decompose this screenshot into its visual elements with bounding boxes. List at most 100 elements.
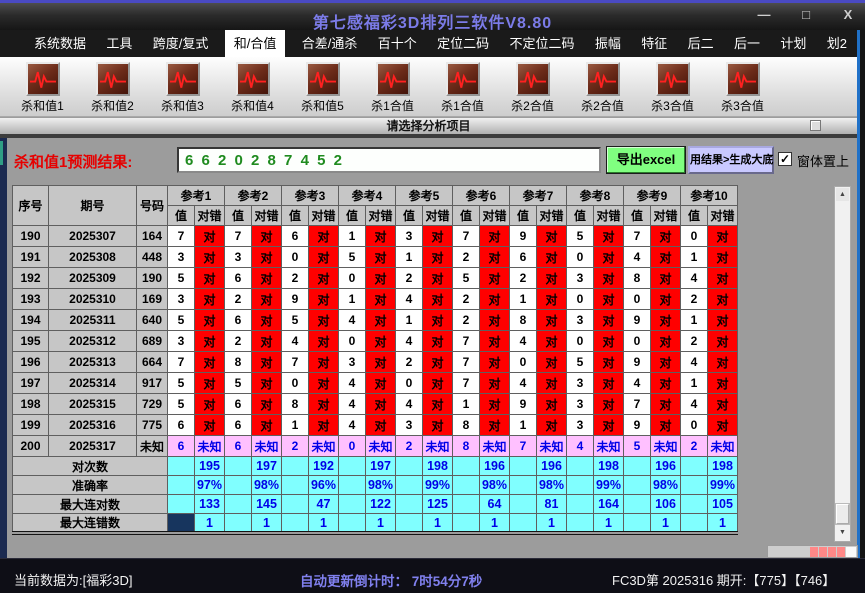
- toolbar-button-5[interactable]: 杀和值5: [294, 62, 351, 116]
- result-cell[interactable]: 对: [479, 372, 510, 394]
- value-cell[interactable]: 7: [623, 393, 651, 415]
- summary-empty-cell[interactable]: [224, 456, 252, 476]
- result-cell[interactable]: 对: [365, 372, 396, 394]
- result-cell[interactable]: 对: [308, 288, 339, 310]
- menu-item-6[interactable]: 百十个: [374, 30, 421, 57]
- value-cell[interactable]: 2: [680, 288, 708, 310]
- value-cell[interactable]: 3: [566, 372, 594, 394]
- result-cell[interactable]: 对: [365, 330, 396, 352]
- result-cell[interactable]: 对: [251, 372, 282, 394]
- summary-empty-cell[interactable]: [167, 494, 195, 514]
- value-cell[interactable]: 4: [509, 330, 537, 352]
- horizontal-scrollbar-thumb[interactable]: [837, 546, 845, 557]
- summary-empty-cell[interactable]: [623, 475, 651, 495]
- result-cell[interactable]: 对: [593, 351, 624, 373]
- value-cell[interactable]: 1: [281, 414, 309, 436]
- result-cell[interactable]: 对: [422, 246, 453, 268]
- result-cell[interactable]: 对: [707, 393, 738, 415]
- result-cell[interactable]: 对: [650, 372, 681, 394]
- result-cell[interactable]: 对: [308, 225, 339, 247]
- summary-empty-cell[interactable]: [281, 494, 309, 514]
- issue-cell[interactable]: 2025310: [48, 288, 137, 310]
- value-cell[interactable]: 4: [623, 372, 651, 394]
- result-cell[interactable]: 对: [536, 309, 567, 331]
- summary-value-cell[interactable]: 198: [422, 456, 453, 476]
- result-cell[interactable]: 对: [365, 246, 396, 268]
- value-cell[interactable]: 0: [338, 330, 366, 352]
- result-cell[interactable]: 对: [593, 414, 624, 436]
- summary-value-cell[interactable]: 197: [365, 456, 396, 476]
- value-cell[interactable]: 5: [167, 309, 195, 331]
- horizontal-scrollbar[interactable]: [767, 545, 858, 558]
- horizontal-scrollbar-thumb[interactable]: [810, 546, 818, 557]
- summary-empty-cell[interactable]: [509, 456, 537, 476]
- value-cell[interactable]: 6: [224, 414, 252, 436]
- horizontal-scrollbar-thumb[interactable]: [819, 546, 827, 557]
- result-cell[interactable]: 对: [536, 225, 567, 247]
- summary-value-cell[interactable]: 99%: [593, 475, 624, 495]
- summary-value-cell[interactable]: 105: [707, 494, 738, 514]
- result-cell[interactable]: 对: [479, 267, 510, 289]
- prediction-result-input[interactable]: [177, 147, 601, 173]
- result-cell[interactable]: 对: [593, 309, 624, 331]
- summary-empty-cell[interactable]: [566, 456, 594, 476]
- summary-value-cell[interactable]: 47: [308, 494, 339, 514]
- menu-item-14[interactable]: 划2: [823, 30, 851, 57]
- summary-empty-cell[interactable]: [623, 456, 651, 476]
- index-cell[interactable]: 192: [12, 267, 49, 289]
- value-cell[interactable]: 2: [224, 288, 252, 310]
- value-cell[interactable]: 2: [281, 267, 309, 289]
- menu-item-10[interactable]: 特征: [637, 30, 671, 57]
- result-cell[interactable]: 对: [707, 288, 738, 310]
- result-cell[interactable]: 对: [593, 225, 624, 247]
- result-cell[interactable]: 对: [251, 225, 282, 247]
- vertical-scrollbar-thumb[interactable]: [836, 504, 849, 524]
- summary-empty-cell[interactable]: [452, 475, 480, 495]
- summary-value-cell[interactable]: 125: [422, 494, 453, 514]
- result-cell[interactable]: 未知: [593, 435, 624, 457]
- result-cell[interactable]: 对: [422, 351, 453, 373]
- summary-value-cell[interactable]: 192: [308, 456, 339, 476]
- summary-value-cell[interactable]: 99%: [422, 475, 453, 495]
- menu-item-8[interactable]: 不定位二码: [505, 30, 578, 57]
- value-cell[interactable]: 6: [224, 435, 252, 457]
- summary-empty-cell[interactable]: [395, 494, 423, 514]
- index-cell[interactable]: 191: [12, 246, 49, 268]
- index-cell[interactable]: 194: [12, 309, 49, 331]
- summary-value-cell[interactable]: 196: [650, 456, 681, 476]
- summary-value-cell[interactable]: 195: [194, 456, 225, 476]
- toolbar-button-11[interactable]: 杀3合值: [714, 62, 771, 116]
- value-cell[interactable]: 0: [680, 225, 708, 247]
- summary-value-cell[interactable]: 196: [536, 456, 567, 476]
- value-cell[interactable]: 1: [338, 288, 366, 310]
- summary-value-cell[interactable]: 64: [479, 494, 510, 514]
- result-cell[interactable]: 对: [536, 330, 567, 352]
- value-cell[interactable]: 3: [167, 330, 195, 352]
- result-cell[interactable]: 对: [194, 414, 225, 436]
- result-cell[interactable]: 对: [365, 414, 396, 436]
- result-cell[interactable]: 对: [251, 309, 282, 331]
- summary-empty-cell[interactable]: [509, 513, 537, 534]
- value-cell[interactable]: 7: [167, 351, 195, 373]
- summary-value-cell[interactable]: 1: [251, 513, 282, 534]
- summary-value-cell[interactable]: 198: [707, 456, 738, 476]
- summary-empty-cell[interactable]: [224, 513, 252, 534]
- result-cell[interactable]: 未知: [650, 435, 681, 457]
- result-cell[interactable]: 对: [650, 330, 681, 352]
- result-cell[interactable]: 对: [536, 414, 567, 436]
- value-cell[interactable]: 0: [680, 414, 708, 436]
- menu-item-5[interactable]: 合差/通杀: [298, 30, 362, 57]
- value-cell[interactable]: 4: [395, 393, 423, 415]
- result-cell[interactable]: 未知: [479, 435, 510, 457]
- number-cell[interactable]: 729: [136, 393, 168, 415]
- always-on-top-checkbox[interactable]: ✓: [778, 152, 792, 166]
- summary-value-cell[interactable]: 97%: [194, 475, 225, 495]
- summary-empty-cell[interactable]: [395, 456, 423, 476]
- result-cell[interactable]: 对: [251, 288, 282, 310]
- value-cell[interactable]: 4: [281, 330, 309, 352]
- issue-cell[interactable]: 2025308: [48, 246, 137, 268]
- summary-value-cell[interactable]: 1: [194, 513, 225, 534]
- summary-empty-cell[interactable]: [623, 494, 651, 514]
- value-cell[interactable]: 0: [281, 372, 309, 394]
- summary-empty-cell[interactable]: [566, 513, 594, 534]
